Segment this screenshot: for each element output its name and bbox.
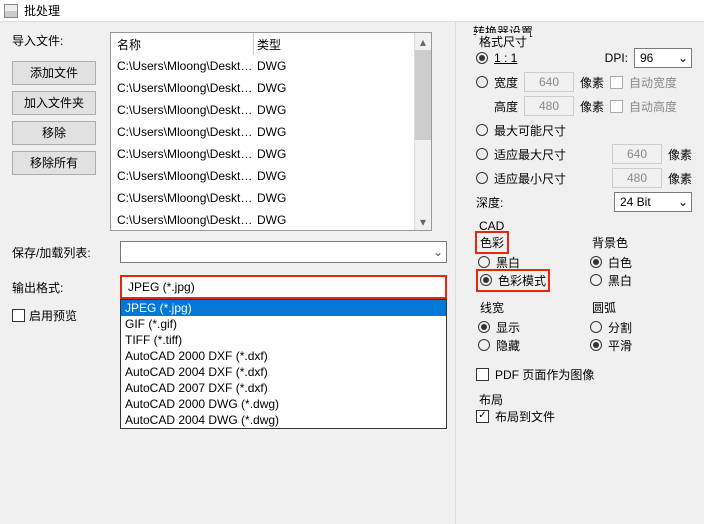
- scroll-down-icon[interactable]: ▾: [415, 213, 431, 230]
- output-option[interactable]: AutoCAD 2004 DWG (*.dwg): [121, 412, 446, 428]
- scroll-thumb[interactable]: [415, 50, 431, 140]
- output-option[interactable]: AutoCAD 2007 DXF (*.dxf): [121, 380, 446, 396]
- enable-preview-label: 启用预览: [29, 307, 77, 324]
- scroll-up-icon[interactable]: ▴: [415, 33, 431, 50]
- pdf-as-image-checkbox[interactable]: [476, 368, 489, 381]
- depth-select[interactable]: 24 Bit⌄: [614, 192, 692, 212]
- enable-preview-checkbox[interactable]: [12, 309, 25, 322]
- file-list-header[interactable]: 名称 类型: [111, 33, 414, 55]
- titlebar: 批处理: [0, 0, 704, 22]
- fit-min-radio[interactable]: [476, 172, 488, 184]
- output-option[interactable]: AutoCAD 2004 DXF (*.dxf): [121, 364, 446, 380]
- output-option[interactable]: TIFF (*.tiff): [121, 332, 446, 348]
- bg-black-radio[interactable]: [590, 274, 602, 286]
- table-row[interactable]: C:\Users\Mloong\Deskt…DWG: [111, 99, 414, 121]
- fit-min-input[interactable]: 480: [612, 168, 662, 188]
- dpi-select[interactable]: 96⌄: [634, 48, 692, 68]
- color-mode-radio[interactable]: [480, 274, 492, 286]
- table-row[interactable]: C:\Users\Mloong\Deskt…DWG: [111, 187, 414, 209]
- column-resize[interactable]: [253, 33, 254, 55]
- col-name[interactable]: 名称: [111, 36, 253, 53]
- chevron-down-icon: ⌄: [678, 195, 688, 209]
- output-format-select[interactable]: JPEG (*.jpg) JPEG (*.jpg)GIF (*.gif)TIFF…: [120, 275, 447, 299]
- remove-all-button[interactable]: 移除所有: [12, 151, 96, 175]
- app-icon: [4, 4, 18, 18]
- output-option[interactable]: AutoCAD 2000 DXF (*.dxf): [121, 348, 446, 364]
- auto-height-checkbox[interactable]: [610, 100, 623, 113]
- width-radio[interactable]: [476, 76, 488, 88]
- fit-max-input[interactable]: 640: [612, 144, 662, 164]
- scrollbar[interactable]: ▴ ▾: [414, 33, 431, 230]
- output-format-label: 输出格式:: [12, 279, 120, 296]
- max-possible-radio[interactable]: [476, 124, 488, 136]
- table-row[interactable]: C:\Users\Mloong\Deskt…DWG: [111, 143, 414, 165]
- output-option[interactable]: JPEG (*.jpg): [121, 300, 446, 316]
- converter-settings: 转换器设置 格式尺寸 1 : 1 DPI: 96⌄ 宽度 640 像素 自动宽度: [464, 30, 704, 440]
- col-type[interactable]: 类型: [253, 36, 414, 53]
- table-row[interactable]: C:\Users\Mloong\Deskt…DWG: [111, 121, 414, 143]
- save-list-select[interactable]: ⌄: [120, 241, 447, 263]
- output-option[interactable]: GIF (*.gif): [121, 316, 446, 332]
- table-row[interactable]: C:\Users\Mloong\Deskt…DWG: [111, 77, 414, 99]
- color-group: 色彩 黑白 色彩模式: [476, 230, 580, 291]
- ratio-1-1-radio[interactable]: [476, 52, 488, 64]
- color-bw-radio[interactable]: [478, 256, 490, 268]
- table-row[interactable]: C:\Users\Mloong\Deskt…DWG: [111, 55, 414, 77]
- save-list-label: 保存/加载列表:: [12, 244, 120, 261]
- width-input[interactable]: 640: [524, 72, 574, 92]
- table-row[interactable]: C:\Users\Mloong\Deskt…DWG: [111, 209, 414, 230]
- bg-group: 背景色 白色 黑白: [588, 230, 692, 291]
- window-title: 批处理: [24, 2, 60, 19]
- chevron-down-icon: ⌄: [678, 51, 688, 65]
- add-folder-button[interactable]: 加入文件夹: [12, 91, 96, 115]
- output-format-dropdown[interactable]: JPEG (*.jpg)GIF (*.gif)TIFF (*.tiff)Auto…: [120, 299, 447, 429]
- fit-max-radio[interactable]: [476, 148, 488, 160]
- chevron-down-icon: ⌄: [433, 245, 443, 259]
- arc-split-radio[interactable]: [590, 321, 602, 333]
- bg-white-radio[interactable]: [590, 256, 602, 268]
- table-row[interactable]: C:\Users\Mloong\Deskt…DWG: [111, 165, 414, 187]
- lw-hide-radio[interactable]: [478, 339, 490, 351]
- linewidth-group: 线宽 显示 隐藏: [476, 295, 580, 356]
- add-file-button[interactable]: 添加文件: [12, 61, 96, 85]
- import-label: 导入文件:: [12, 32, 96, 49]
- height-input[interactable]: 480: [524, 96, 574, 116]
- auto-width-checkbox[interactable]: [610, 76, 623, 89]
- arc-smooth-radio[interactable]: [590, 339, 602, 351]
- cad-group: CAD 色彩 黑白 色彩模式 背景色 白色 黑白 线宽: [470, 226, 698, 392]
- remove-button[interactable]: 移除: [12, 121, 96, 145]
- output-option[interactable]: AutoCAD 2000 DWG (*.dwg): [121, 396, 446, 412]
- lw-show-radio[interactable]: [478, 321, 490, 333]
- file-list[interactable]: 名称 类型 C:\Users\Mloong\Deskt…DWGC:\Users\…: [110, 32, 432, 231]
- format-size-group: 格式尺寸 1 : 1 DPI: 96⌄ 宽度 640 像素 自动宽度: [470, 40, 698, 220]
- layout-group: 布局 布局到文件: [470, 398, 698, 428]
- arc-group: 圆弧 分割 平滑: [588, 295, 692, 356]
- layout-to-file-checkbox[interactable]: [476, 410, 489, 423]
